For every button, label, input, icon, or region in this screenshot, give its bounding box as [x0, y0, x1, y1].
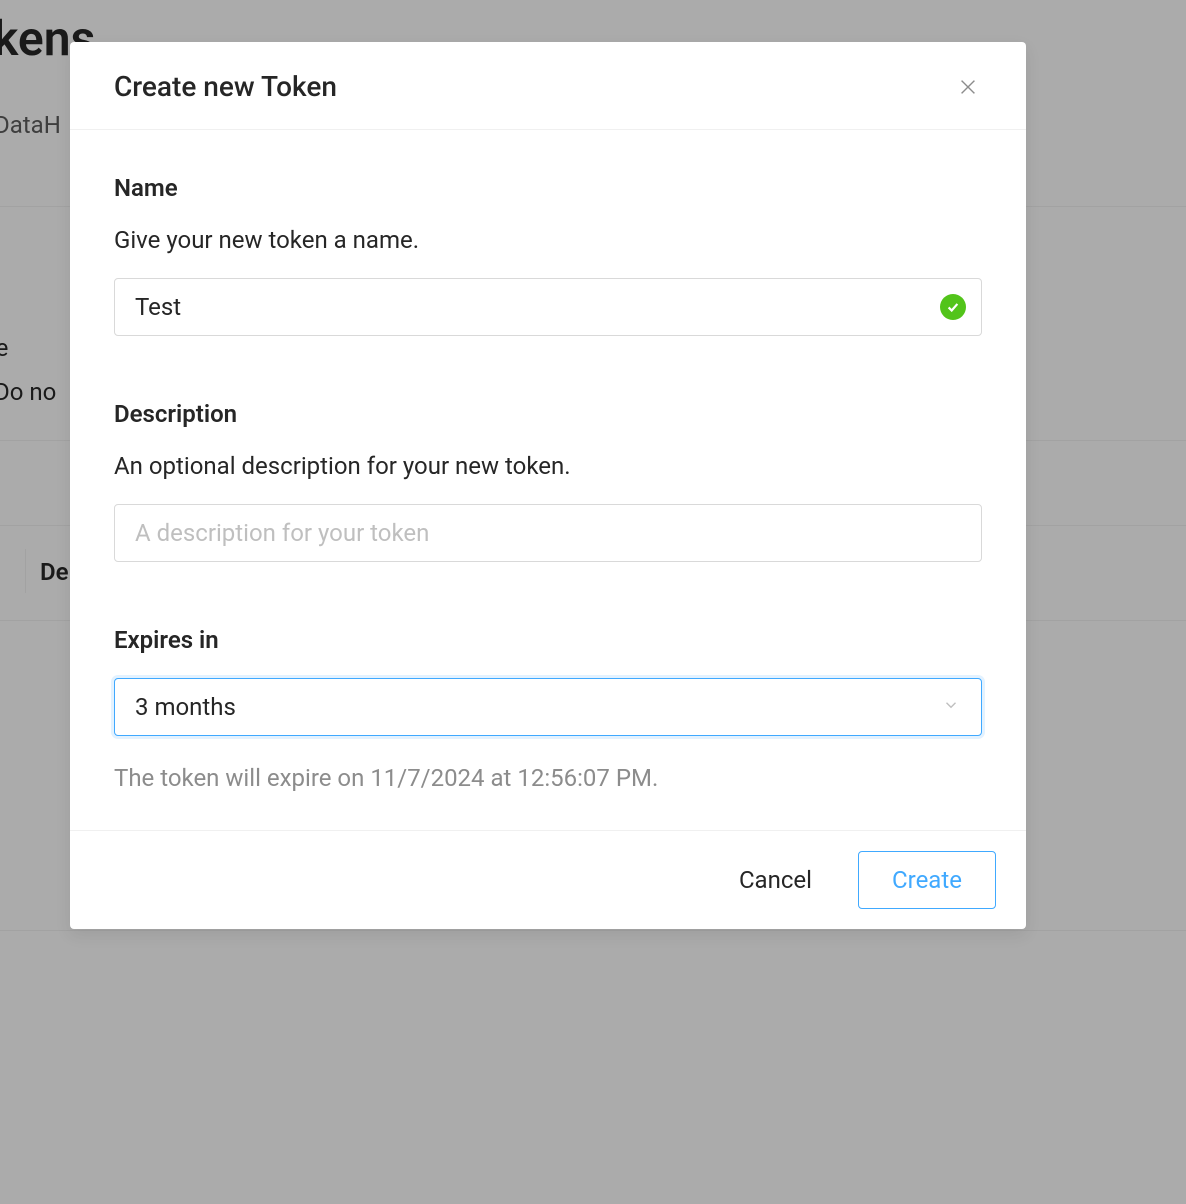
name-help: Give your new token a name.	[114, 226, 982, 254]
name-label: Name	[114, 174, 982, 202]
chevron-down-icon	[942, 696, 960, 718]
expires-select-wrapper: 3 months	[114, 678, 982, 736]
create-token-modal: Create new Token Name Give your new toke…	[70, 42, 1026, 929]
description-label: Description	[114, 400, 982, 428]
description-help: An optional description for your new tok…	[114, 452, 982, 480]
expiry-note: The token will expire on 11/7/2024 at 12…	[114, 764, 982, 792]
expires-label: Expires in	[114, 626, 982, 654]
description-section: Description An optional description for …	[114, 400, 982, 562]
expires-section: Expires in 3 months The token will expir…	[114, 626, 982, 792]
expires-select[interactable]: 3 months	[114, 678, 982, 736]
modal-footer: Cancel Create	[70, 830, 1026, 929]
modal-body: Name Give your new token a name. Descrip…	[70, 130, 1026, 830]
modal-header: Create new Token	[70, 42, 1026, 130]
cancel-button[interactable]: Cancel	[711, 851, 840, 909]
expires-selected-value: 3 months	[135, 693, 236, 721]
create-button[interactable]: Create	[858, 851, 996, 909]
description-input[interactable]	[114, 504, 982, 562]
description-input-wrapper	[114, 504, 982, 562]
name-input[interactable]	[114, 278, 982, 336]
modal-title: Create new Token	[114, 70, 337, 103]
close-icon[interactable]	[954, 73, 982, 101]
check-circle-icon	[940, 294, 966, 320]
name-section: Name Give your new token a name.	[114, 174, 982, 336]
name-input-wrapper	[114, 278, 982, 336]
